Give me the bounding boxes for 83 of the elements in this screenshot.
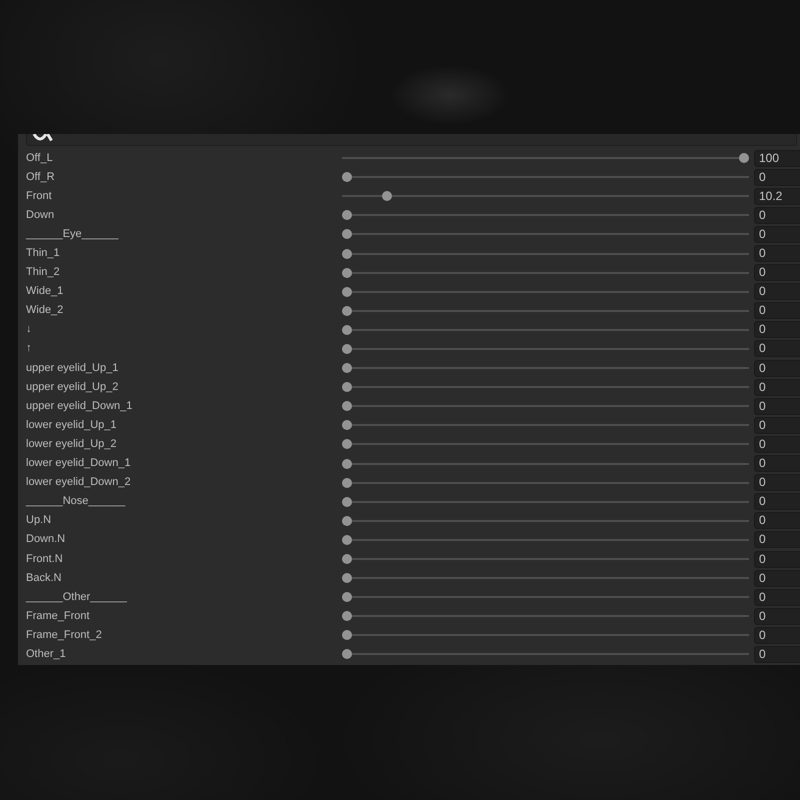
shape-label: Wide_2 bbox=[26, 304, 64, 318]
shape-label: Back.N bbox=[26, 572, 62, 585]
value-field[interactable]: 0 bbox=[754, 360, 800, 377]
slider-thumb[interactable] bbox=[342, 286, 352, 297]
slider-thumb[interactable] bbox=[342, 611, 352, 622]
value-field[interactable]: 0 bbox=[754, 550, 800, 568]
slider-thumb[interactable] bbox=[342, 268, 352, 278]
shape-label: Thin_1 bbox=[26, 247, 60, 260]
slider-thumb[interactable] bbox=[342, 248, 352, 259]
shape-label: Up.N bbox=[26, 514, 52, 528]
value-field[interactable]: 0 bbox=[754, 340, 800, 358]
shape-label: ↓ bbox=[26, 323, 32, 336]
slider-thumb[interactable] bbox=[342, 534, 352, 545]
slider-thumb[interactable] bbox=[342, 630, 352, 640]
value-field[interactable]: 0 bbox=[754, 245, 800, 262]
shape-label: Front bbox=[26, 190, 52, 203]
value-field[interactable]: 0 bbox=[754, 283, 800, 300]
value-field[interactable]: 0 bbox=[754, 378, 800, 396]
slider-thumb[interactable] bbox=[342, 172, 352, 182]
search-icon bbox=[32, 134, 54, 143]
value-field[interactable]: 0 bbox=[754, 531, 800, 548]
shape-label: upper eyelid_Up_1 bbox=[26, 362, 118, 375]
value-field[interactable]: 0 bbox=[754, 168, 800, 186]
slider-thumb[interactable] bbox=[342, 478, 352, 488]
shape-label: lower eyelid_Down_2 bbox=[26, 476, 131, 490]
value-field[interactable]: 0 bbox=[754, 264, 800, 282]
value-field[interactable]: 0 bbox=[754, 626, 800, 644]
shape-label: Down.N bbox=[26, 533, 66, 546]
value-field[interactable]: 0 bbox=[754, 302, 800, 320]
value-field[interactable]: 0 bbox=[754, 474, 800, 492]
value-field[interactable]: 0 bbox=[754, 321, 800, 338]
shape-label: Thin_2 bbox=[26, 266, 60, 280]
shape-label: lower eyelid_Down_1 bbox=[26, 457, 131, 470]
value-field[interactable]: 0 bbox=[754, 206, 800, 224]
value-field[interactable]: 0 bbox=[754, 588, 800, 606]
shape-label: Frame_Front bbox=[26, 610, 90, 623]
shape-label: upper eyelid_Down_1 bbox=[26, 400, 132, 413]
shape-label: Front.N bbox=[26, 552, 63, 566]
slider-thumb[interactable] bbox=[342, 554, 352, 564]
value-field[interactable]: 0 bbox=[754, 455, 800, 472]
value-field[interactable]: 0 bbox=[754, 646, 800, 663]
shape-label: Wide_1 bbox=[26, 285, 64, 298]
shape-label: lower eyelid_Up_1 bbox=[26, 418, 116, 432]
value-field[interactable]: 0 bbox=[754, 608, 800, 625]
shape-label: ______Other______ bbox=[26, 590, 127, 604]
value-field[interactable]: 0 bbox=[754, 436, 800, 453]
value-field[interactable]: 100 bbox=[754, 150, 800, 167]
slider-thumb[interactable] bbox=[342, 573, 352, 584]
slider-thumb[interactable] bbox=[342, 324, 352, 335]
shape-label: lower eyelid_Up_2 bbox=[26, 438, 116, 451]
shape-label: Frame_Front_2 bbox=[26, 628, 102, 642]
value-field[interactable]: 0 bbox=[754, 493, 800, 510]
slider-thumb[interactable] bbox=[342, 229, 352, 240]
slider-thumb[interactable] bbox=[342, 363, 352, 374]
value-field[interactable]: 0 bbox=[754, 570, 800, 587]
slider-thumb[interactable] bbox=[342, 458, 352, 469]
slider-thumb[interactable] bbox=[342, 516, 352, 526]
shape-label: Off_L bbox=[26, 152, 53, 165]
value-field[interactable]: 0 bbox=[754, 398, 800, 415]
slider-thumb[interactable] bbox=[342, 210, 352, 220]
slider-thumb[interactable] bbox=[342, 344, 352, 354]
value-field[interactable]: 0 bbox=[754, 512, 800, 530]
shape-label: ______Eye______ bbox=[26, 228, 118, 241]
slider-thumb[interactable] bbox=[739, 153, 749, 164]
slider-thumb[interactable] bbox=[342, 439, 352, 450]
value-field[interactable]: 0 bbox=[754, 226, 800, 243]
shape-label: Off_R bbox=[26, 170, 55, 184]
slider-thumb[interactable] bbox=[382, 191, 392, 202]
value-field[interactable]: 0 bbox=[754, 416, 800, 434]
shape-label: Other_1 bbox=[26, 648, 66, 661]
search-field[interactable] bbox=[26, 134, 797, 146]
slider-thumb[interactable] bbox=[342, 420, 352, 430]
shape-label: ↑ bbox=[26, 342, 32, 356]
shape-label: Down bbox=[26, 208, 54, 222]
slider-thumb[interactable] bbox=[342, 496, 352, 507]
slider-thumb[interactable] bbox=[342, 401, 352, 412]
slider-thumb[interactable] bbox=[342, 592, 352, 602]
value-field[interactable]: 10.2 bbox=[754, 188, 800, 205]
shape-label: ______Nose______ bbox=[26, 495, 126, 508]
slider-thumb[interactable] bbox=[342, 306, 352, 316]
slider-thumb[interactable] bbox=[342, 649, 352, 660]
shape-label: upper eyelid_Up_2 bbox=[26, 380, 118, 394]
slider-thumb[interactable] bbox=[342, 382, 352, 392]
